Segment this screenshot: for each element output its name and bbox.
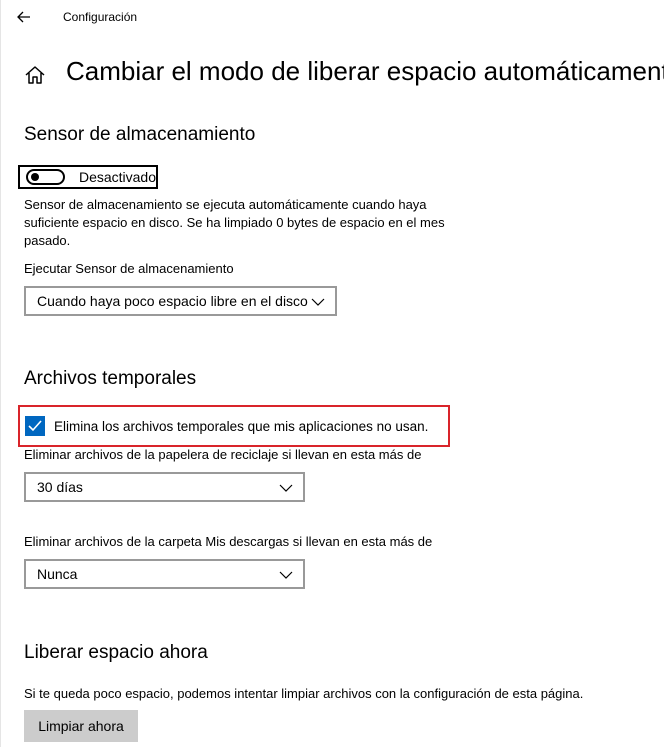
downloads-value: Nunca <box>37 566 78 582</box>
downloads-label: Eliminar archivos de la carpeta Mis desc… <box>24 534 433 549</box>
storage-sense-heading: Sensor de almacenamiento <box>24 124 256 145</box>
chevron-down-icon <box>279 484 293 492</box>
delete-temp-files-label: Elimina los archivos temporales que mis … <box>54 418 429 434</box>
free-space-description: Si te queda poco espacio, podemos intent… <box>24 686 584 701</box>
recycle-bin-select[interactable]: 30 días <box>24 472 305 502</box>
storage-sense-toggle[interactable] <box>26 169 65 185</box>
storage-sense-toggle-row[interactable]: Desactivado <box>18 165 158 189</box>
recycle-bin-label: Eliminar archivos de la papelera de reci… <box>24 447 422 462</box>
toggle-state-label: Desactivado <box>78 169 156 185</box>
toggle-knob <box>31 173 39 181</box>
home-icon[interactable] <box>24 64 46 86</box>
page-title: Cambiar el modo de liberar espacio autom… <box>66 56 664 86</box>
delete-temp-files-checkbox[interactable] <box>25 416 45 436</box>
clean-now-button[interactable]: Limpiar ahora <box>24 710 138 742</box>
checkmark-icon <box>28 420 42 432</box>
temp-files-heading: Archivos temporales <box>24 368 197 389</box>
run-storage-sense-label: Ejecutar Sensor de almacenamiento <box>24 261 234 276</box>
chevron-down-icon <box>311 298 325 306</box>
back-button[interactable] <box>10 4 38 30</box>
storage-sense-description: Sensor de almacenamiento se ejecuta auto… <box>24 197 445 248</box>
window-edge <box>0 0 1 747</box>
chevron-down-icon <box>279 571 293 579</box>
free-space-heading: Liberar espacio ahora <box>24 642 208 663</box>
run-storage-sense-value: Cuando haya poco espacio libre en el dis… <box>37 293 308 309</box>
arrow-left-icon <box>17 11 30 23</box>
recycle-bin-value: 30 días <box>37 479 83 495</box>
downloads-select[interactable]: Nunca <box>24 559 305 589</box>
delete-temp-files-row[interactable]: Elimina los archivos temporales que mis … <box>18 405 450 447</box>
settings-page: Configuración Cambiar el modo de liberar… <box>0 0 664 747</box>
title-bar: Configuración <box>0 0 664 36</box>
app-title: Configuración <box>63 10 138 24</box>
run-storage-sense-select[interactable]: Cuando haya poco espacio libre en el dis… <box>24 286 337 316</box>
